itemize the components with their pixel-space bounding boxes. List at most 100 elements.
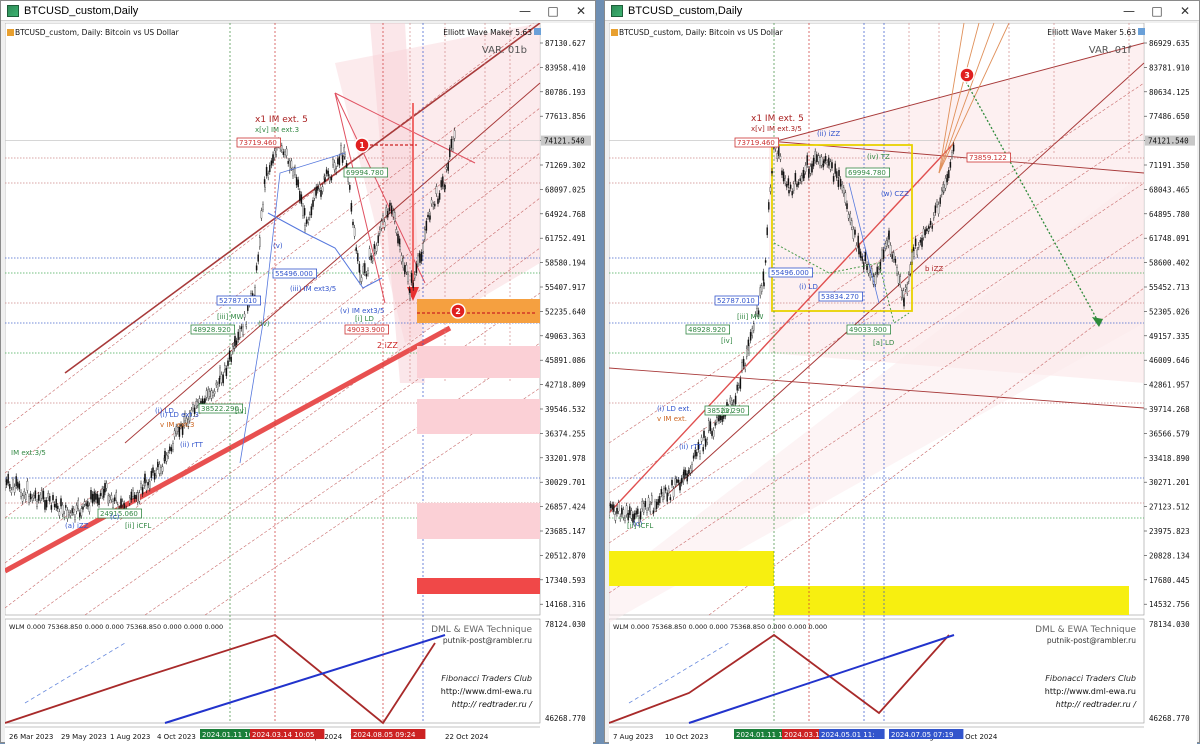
indicator-header: WLM 0.000 75368.850 0.000 0.000 75368.85… [9,623,223,631]
candle-body [452,139,454,150]
minimize-icon[interactable]: — [511,1,539,21]
price-level-box: 48928.920 [688,326,726,334]
wave-label: (i) LD [799,283,818,291]
window-titlebar[interactable]: BTCUSD_custom,Daily — □ ✕ [1,1,595,21]
candle-body [99,493,102,496]
candle-body [310,206,313,216]
price-tick-label: 77486.650 [1149,112,1190,121]
candle-body [926,228,928,232]
price-tick-label: 80634.125 [1149,88,1190,97]
candle-body [893,252,895,260]
candle-body [816,154,818,163]
candle-body [242,326,244,335]
settings-icon[interactable] [534,28,541,35]
candle-body [362,265,364,273]
candle-body [61,504,64,515]
candle-body [85,503,87,507]
price-level-box: 52787.010 [717,297,755,305]
candle-body [83,501,86,505]
candle-body [791,191,793,196]
close-icon[interactable]: ✕ [1171,1,1199,21]
candle-body [302,205,304,217]
candle-body [918,244,920,248]
candle-body [651,495,653,503]
date-marker-label: 2024.03.14 10:05 [252,731,314,739]
candle-body [213,391,216,394]
candle-body [312,200,314,207]
candle-body [937,204,940,214]
price-tick-label: 83958.410 [545,63,586,72]
candle-body [327,170,329,177]
candle-body [936,201,938,205]
candle-body [137,492,139,503]
candle-body [738,385,740,389]
candle-body [832,176,835,182]
candle-body [129,497,131,504]
candle-body [269,165,271,173]
candle-body [47,493,49,499]
candle-body [657,499,659,505]
candle-body [643,503,645,513]
candle-body [809,166,812,174]
candle-body [635,510,637,515]
candle-body [435,186,438,195]
candle-body [442,176,444,187]
candle-body [933,214,935,219]
price-tick-label: 77613.856 [545,112,586,121]
price-tick-label: 14532.756 [1149,600,1190,609]
price-chart[interactable]: 87130.627 83958.410 80786.193 77613.856 7412… [5,23,593,744]
price-tick-label: 55452.713 [1149,283,1190,292]
candle-body [797,181,800,185]
candle-body [683,469,685,479]
candle-body [404,265,406,275]
candle-body [886,240,888,247]
candle-body [37,494,40,501]
candle-body [333,162,336,170]
candle-body [31,497,33,501]
candle-body [337,158,339,165]
settings-icon[interactable] [1138,28,1145,35]
candle-body [741,362,743,371]
chart-canvas[interactable]: 87130.627 83958.410 80786.193 77613.856 7412… [5,23,593,744]
candle-body [858,245,860,255]
candle-body [804,165,807,172]
candle-body [368,248,371,258]
candle-body [779,156,782,160]
candle-body [432,204,434,207]
price-chart[interactable]: 86929.635 83781.910 80634.125 77486.650 7412… [609,23,1197,744]
price-tick-label: 33201.978 [545,454,586,463]
candle-body [165,454,168,462]
price-level-box: 53834.270 [821,293,859,301]
candle-body [15,476,17,487]
candle-body [5,479,8,486]
chart-window-left[interactable]: BTCUSD_custom,Daily — □ ✕ 87130.627 83958… [0,0,596,744]
wave-label: [i] LD [355,315,374,323]
candle-body [172,443,174,450]
price-tick-label: 68043.465 [1149,185,1190,194]
variant-label: VAR. 01b [482,45,527,56]
candle-body [949,161,952,168]
candle-body [429,215,431,220]
candle-body [753,323,755,331]
window-titlebar[interactable]: BTCUSD_custom,Daily — □ ✕ [605,1,1199,21]
candle-body [138,492,141,502]
minimize-icon[interactable]: — [1115,1,1143,21]
candle-body [394,212,396,222]
maximize-icon[interactable]: □ [539,1,567,21]
candle-body [91,493,94,504]
candle-body [688,469,690,474]
chart-canvas[interactable]: 86929.635 83781.910 80634.125 77486.650 7412… [609,23,1197,744]
candle-body [768,202,770,210]
candle-body [680,477,683,484]
candle-body [23,491,25,497]
candle-body [702,447,704,452]
chart-window-right[interactable]: BTCUSD_custom,Daily — □ ✕ 86929.635 83781… [604,0,1200,744]
candle-body [387,211,389,218]
wave-label: [iii] MW [217,313,244,321]
candle-body [719,415,722,421]
candle-body [445,167,448,170]
close-icon[interactable]: ✕ [567,1,595,21]
candle-body [857,235,859,246]
candle-body [817,155,820,162]
maximize-icon[interactable]: □ [1143,1,1171,21]
